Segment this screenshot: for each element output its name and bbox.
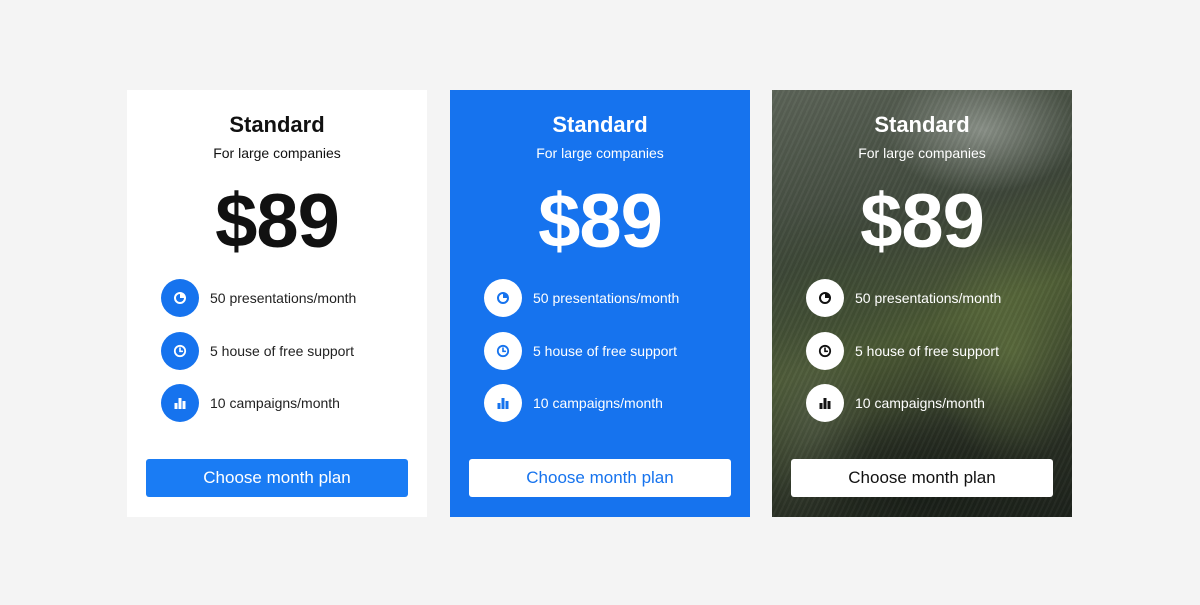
- feature-label: 10 campaigns/month: [533, 395, 663, 411]
- choose-plan-button[interactable]: Choose month plan: [791, 459, 1053, 497]
- feature-item: 50 presentations/month: [161, 279, 356, 317]
- clock-icon: [161, 332, 199, 370]
- feature-item: 5 house of free support: [806, 332, 999, 370]
- bar-chart-icon: [161, 384, 199, 422]
- pie-chart-icon: [484, 279, 522, 317]
- clock-icon: [484, 332, 522, 370]
- feature-label: 10 campaigns/month: [855, 395, 985, 411]
- plan-subtitle: For large companies: [213, 145, 341, 161]
- bar-chart-icon: [484, 384, 522, 422]
- feature-label: 5 house of free support: [533, 343, 677, 359]
- plan-price: $89: [860, 179, 985, 264]
- plan-subtitle: For large companies: [858, 145, 986, 161]
- feature-item: 50 presentations/month: [806, 279, 1001, 317]
- pricing-card-blue: Standard For large companies $89 50 pres…: [450, 90, 750, 517]
- feature-item: 5 house of free support: [161, 332, 354, 370]
- feature-item: 5 house of free support: [484, 332, 677, 370]
- feature-item: 10 campaigns/month: [806, 384, 985, 422]
- feature-label: 5 house of free support: [210, 343, 354, 359]
- feature-label: 50 presentations/month: [210, 290, 357, 306]
- choose-plan-button[interactable]: Choose month plan: [469, 459, 731, 497]
- bar-chart-icon: [806, 384, 844, 422]
- feature-item: 10 campaigns/month: [161, 384, 340, 422]
- pie-chart-icon: [161, 279, 199, 317]
- pricing-card-photo: Standard For large companies $89 50 pres…: [772, 90, 1072, 517]
- pie-chart-icon: [806, 279, 844, 317]
- plan-price: $89: [215, 179, 340, 264]
- feature-label: 5 house of free support: [855, 343, 999, 359]
- feature-label: 10 campaigns/month: [210, 395, 340, 411]
- plan-title: Standard: [874, 112, 970, 137]
- feature-item: 50 presentations/month: [484, 279, 679, 317]
- plan-subtitle: For large companies: [536, 145, 664, 161]
- feature-item: 10 campaigns/month: [484, 384, 663, 422]
- feature-label: 50 presentations/month: [533, 290, 680, 306]
- plan-title: Standard: [229, 112, 325, 137]
- choose-plan-button[interactable]: Choose month plan: [146, 459, 408, 497]
- clock-icon: [806, 332, 844, 370]
- feature-label: 50 presentations/month: [855, 290, 1002, 306]
- plan-price: $89: [538, 179, 663, 264]
- pricing-card-white: Standard For large companies $89 50 pres…: [127, 90, 427, 517]
- plan-title: Standard: [552, 112, 648, 137]
